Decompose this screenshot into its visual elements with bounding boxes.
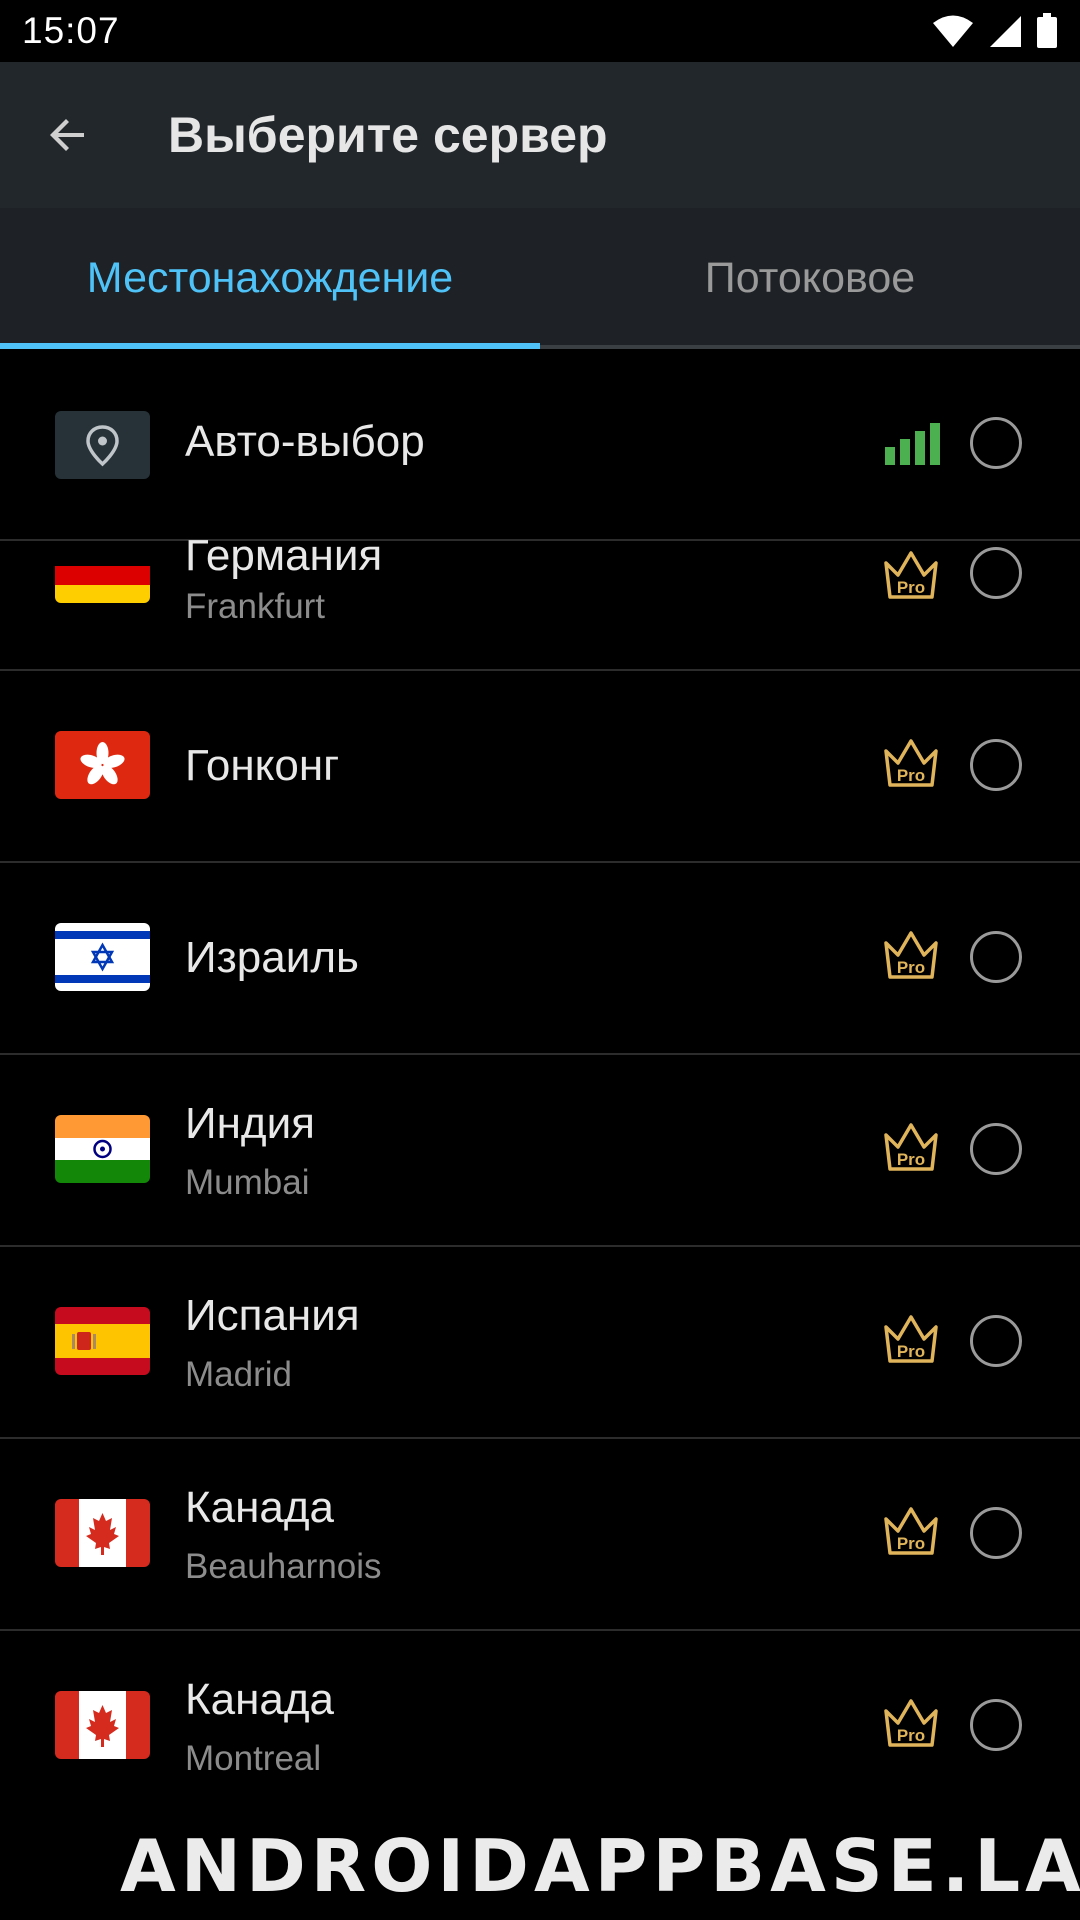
- pro-crown-icon: Pro: [884, 1123, 938, 1171]
- server-row-hong-kong[interactable]: Гонконг Pro: [0, 671, 1080, 863]
- status-icons: [932, 13, 1058, 49]
- server-title: Канада: [185, 1483, 335, 1532]
- svg-text:Pro: Pro: [897, 958, 925, 977]
- server-title: Авто-выбор: [185, 417, 425, 466]
- svg-text:Pro: Pro: [897, 1150, 925, 1169]
- battery-icon: [1037, 13, 1057, 48]
- spain-flag-icon: [55, 1307, 150, 1375]
- server-subtitle: Montreal: [185, 1739, 322, 1778]
- status-time: 15:07: [22, 10, 120, 51]
- svg-text:Pro: Pro: [897, 1726, 925, 1745]
- israel-flag-icon: [55, 923, 150, 991]
- location-pin-icon: [55, 411, 150, 479]
- signal-strength-icon: [885, 423, 940, 465]
- radio-button[interactable]: [970, 417, 1022, 469]
- watermark: ANDROIDAPPBASE.LAT: [120, 1824, 1080, 1908]
- server-list: Авто-выбор Германия Frankfurt Pro Гонкон…: [0, 349, 1080, 1920]
- radio-button[interactable]: [970, 1123, 1022, 1175]
- pro-crown-icon: Pro: [884, 1507, 938, 1555]
- canada-flag-icon: [55, 1691, 150, 1759]
- server-subtitle: Frankfurt: [185, 587, 326, 626]
- server-title: Индия: [185, 1099, 316, 1148]
- pro-crown-icon: Pro: [884, 551, 938, 599]
- svg-text:Pro: Pro: [897, 578, 925, 597]
- hong-kong-flag-icon: [55, 731, 150, 799]
- radio-button[interactable]: [970, 739, 1022, 791]
- cell-signal-icon: [990, 16, 1021, 47]
- page-title: Выберите сервер: [168, 107, 608, 163]
- canada-flag-icon: [55, 1499, 150, 1567]
- pro-crown-icon: Pro: [884, 1699, 938, 1747]
- india-flag-icon: [55, 1115, 150, 1183]
- server-row-canada-montreal[interactable]: Канада Montreal Pro: [0, 1631, 1080, 1823]
- wifi-icon: [933, 15, 973, 47]
- status-bar: 15:07: [0, 0, 1080, 62]
- server-title: Канада: [185, 1675, 335, 1724]
- server-title: Израиль: [185, 933, 359, 982]
- radio-button[interactable]: [970, 547, 1022, 599]
- tab-streaming-label: Потоковое: [704, 254, 916, 302]
- radio-button[interactable]: [970, 1507, 1022, 1559]
- app-bar: Выберите сервер: [0, 62, 1080, 208]
- server-subtitle: Madrid: [185, 1355, 292, 1394]
- arrow-back-icon: [50, 119, 84, 151]
- svg-text:Pro: Pro: [897, 766, 925, 785]
- radio-button[interactable]: [970, 1699, 1022, 1751]
- tab-location-label: Местонахождение: [86, 254, 454, 302]
- server-subtitle: Mumbai: [185, 1163, 310, 1202]
- server-row-germany[interactable]: Германия Frankfurt Pro: [0, 531, 1080, 671]
- back-button[interactable]: [18, 85, 118, 185]
- germany-flag-icon: [55, 547, 150, 603]
- server-row-israel[interactable]: Израиль Pro: [0, 863, 1080, 1055]
- server-row-india[interactable]: Индия Mumbai Pro: [0, 1055, 1080, 1247]
- server-title: Испания: [185, 1291, 360, 1340]
- server-subtitle: Beauharnois: [185, 1547, 382, 1586]
- pro-crown-icon: Pro: [884, 1315, 938, 1363]
- svg-text:Pro: Pro: [897, 1342, 925, 1361]
- server-row-canada-beauharnois[interactable]: Канада Beauharnois Pro: [0, 1439, 1080, 1631]
- tab-streaming[interactable]: Потоковое: [540, 208, 1080, 349]
- server-title: Германия: [185, 531, 383, 580]
- server-title: Гонконг: [185, 741, 340, 790]
- pro-crown-icon: Pro: [884, 739, 938, 787]
- radio-button[interactable]: [970, 931, 1022, 983]
- server-row-spain[interactable]: Испания Madrid Pro: [0, 1247, 1080, 1439]
- tab-location[interactable]: Местонахождение: [0, 208, 540, 349]
- server-row-auto[interactable]: Авто-выбор: [0, 349, 1080, 541]
- tab-bar: Местонахождение Потоковое: [0, 208, 1080, 349]
- radio-button[interactable]: [970, 1315, 1022, 1367]
- pro-crown-icon: Pro: [884, 931, 938, 979]
- svg-text:Pro: Pro: [897, 1534, 925, 1553]
